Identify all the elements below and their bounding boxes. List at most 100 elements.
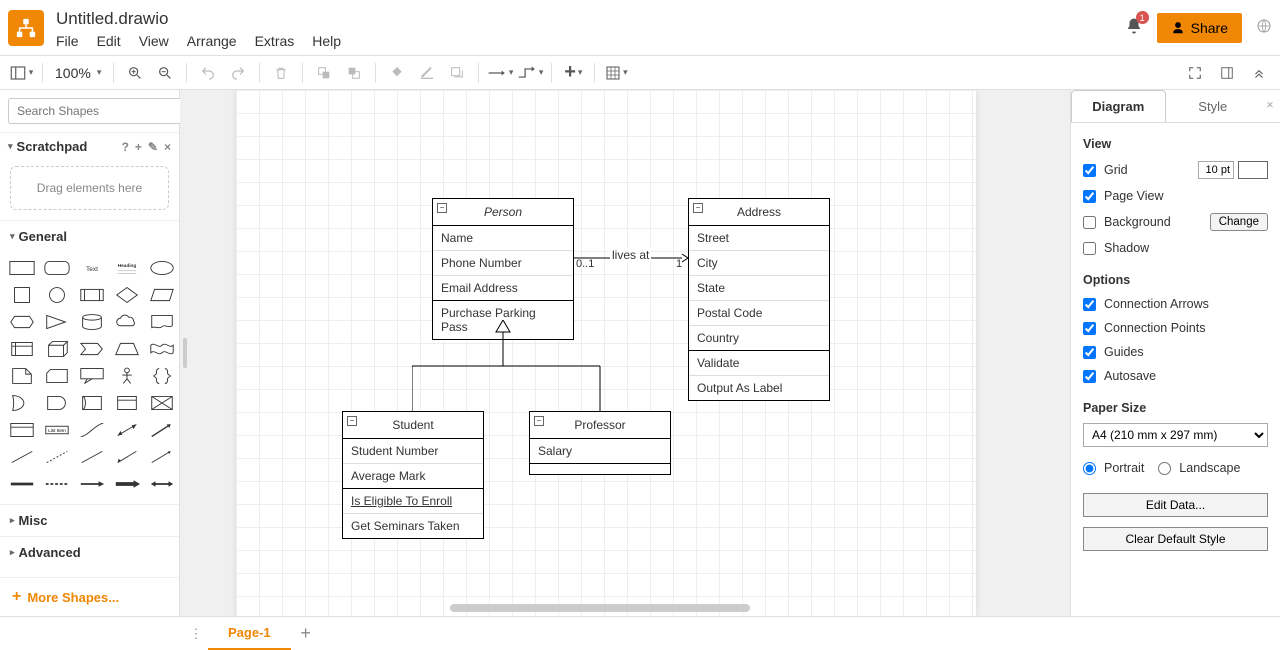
shape-trapezoid[interactable] (113, 339, 141, 359)
uml-class-address[interactable]: −Address Street City State Postal Code C… (688, 198, 830, 401)
shape-list[interactable] (8, 420, 36, 440)
shape-data-storage[interactable] (78, 393, 106, 413)
scratchpad-dropzone[interactable]: Drag elements here (10, 166, 169, 210)
shape-note[interactable] (8, 366, 36, 386)
scratchpad-help[interactable]: ? (122, 140, 129, 154)
undo-button[interactable] (195, 60, 221, 86)
shape-list-item[interactable]: List Item (43, 420, 71, 440)
to-front-button[interactable] (311, 60, 337, 86)
section-misc[interactable]: Misc (0, 504, 179, 536)
shape-heading[interactable]: Heading (113, 258, 141, 278)
scratchpad-add[interactable]: + (135, 140, 142, 154)
add-page-button[interactable]: + (291, 623, 321, 644)
line-color-button[interactable] (414, 60, 440, 86)
paper-size-select[interactable]: A4 (210 mm x 297 mm) (1083, 423, 1268, 447)
shadow-checkbox[interactable] (1083, 242, 1096, 255)
portrait-radio[interactable] (1083, 462, 1096, 475)
app-logo[interactable] (8, 10, 44, 46)
shape-actor[interactable] (113, 366, 141, 386)
scratchpad-close[interactable]: × (164, 140, 171, 154)
format-panel-toggle[interactable] (1214, 60, 1240, 86)
menu-edit[interactable]: Edit (97, 33, 121, 49)
shape-rect[interactable] (8, 258, 36, 278)
close-icon[interactable]: × (1260, 90, 1280, 122)
shape-circle[interactable] (43, 285, 71, 305)
horizontal-scrollbar[interactable] (450, 604, 750, 612)
shadow-button[interactable] (444, 60, 470, 86)
shape-link-thick[interactable] (113, 474, 141, 494)
shape-card[interactable] (43, 366, 71, 386)
shape-container[interactable] (113, 393, 141, 413)
search-input[interactable] (8, 98, 181, 124)
uml-class-student[interactable]: −Student Student Number Average Mark Is … (342, 411, 484, 539)
guides-checkbox[interactable] (1083, 346, 1096, 359)
background-checkbox[interactable] (1083, 216, 1096, 229)
shape-triangle[interactable] (43, 312, 71, 332)
conn-arrows-checkbox[interactable] (1083, 298, 1096, 311)
fill-color-button[interactable] (384, 60, 410, 86)
menu-file[interactable]: File (56, 33, 79, 49)
clear-style-button[interactable]: Clear Default Style (1083, 527, 1268, 551)
zoom-in-button[interactable] (122, 60, 148, 86)
section-advanced[interactable]: Advanced (0, 536, 179, 568)
menu-view[interactable]: View (139, 33, 169, 49)
language-icon[interactable] (1256, 18, 1272, 37)
autosave-checkbox[interactable] (1083, 370, 1096, 383)
conn-points-checkbox[interactable] (1083, 322, 1096, 335)
tab-style[interactable]: Style (1166, 90, 1261, 122)
collapse-button[interactable] (1246, 60, 1272, 86)
canvas[interactable]: −Person Name Phone Number Email Address … (180, 90, 1070, 616)
splitter[interactable] (180, 90, 190, 616)
shape-cube[interactable] (43, 339, 71, 359)
share-button[interactable]: Share (1157, 13, 1242, 43)
section-general[interactable]: General (0, 220, 179, 252)
shape-hexagon[interactable] (8, 312, 36, 332)
shape-line[interactable] (8, 447, 36, 467)
uml-class-professor[interactable]: −Professor Salary (529, 411, 671, 475)
landscape-radio[interactable] (1158, 462, 1171, 475)
redo-button[interactable] (225, 60, 251, 86)
shape-diamond[interactable] (113, 285, 141, 305)
notifications-button[interactable]: 1 (1125, 17, 1143, 38)
shape-link-arrow[interactable] (78, 474, 106, 494)
shape-parallelogram[interactable] (148, 285, 176, 305)
scratchpad-edit[interactable]: ✎ (148, 140, 158, 154)
shape-line-arrow[interactable] (148, 447, 176, 467)
tab-diagram[interactable]: Diagram (1071, 90, 1166, 122)
sidebar-toggle-button[interactable]: ▾ (8, 60, 34, 86)
edit-data-button[interactable]: Edit Data... (1083, 493, 1268, 517)
grid-color-well[interactable] (1238, 161, 1268, 179)
shape-link-bidir[interactable] (148, 474, 176, 494)
change-background-button[interactable]: Change (1210, 213, 1268, 231)
association-label[interactable]: lives at (610, 248, 651, 262)
shape-round-rect[interactable] (43, 258, 71, 278)
shape-line2[interactable] (78, 447, 106, 467)
zoom-out-button[interactable] (152, 60, 178, 86)
shape-square[interactable] (8, 285, 36, 305)
connection-style-button[interactable]: ▾ (487, 60, 513, 86)
shape-cylinder[interactable] (78, 312, 106, 332)
fullscreen-button[interactable] (1182, 60, 1208, 86)
shape-xor[interactable] (148, 393, 176, 413)
shape-process[interactable] (78, 285, 106, 305)
to-back-button[interactable] (341, 60, 367, 86)
shape-text[interactable]: Text (78, 258, 106, 278)
shape-link-dash[interactable] (43, 474, 71, 494)
delete-button[interactable] (268, 60, 294, 86)
zoom-level[interactable]: 100%▾ (51, 65, 105, 81)
table-button[interactable]: ▾ (603, 60, 629, 86)
shape-internal-storage[interactable] (8, 339, 36, 359)
shape-ellipse[interactable] (148, 258, 176, 278)
page-menu-button[interactable]: ⋮ (184, 626, 208, 642)
page-tab-1[interactable]: Page-1 (208, 617, 291, 650)
menu-arrange[interactable]: Arrange (187, 33, 237, 49)
uml-class-person[interactable]: −Person Name Phone Number Email Address … (432, 198, 574, 340)
shape-curly[interactable] (148, 366, 176, 386)
more-shapes-button[interactable]: +More Shapes... (0, 577, 179, 616)
pageview-checkbox[interactable] (1083, 190, 1096, 203)
menu-extras[interactable]: Extras (255, 33, 295, 49)
shape-step[interactable] (78, 339, 106, 359)
shape-arrow[interactable] (148, 420, 176, 440)
grid-size-input[interactable] (1198, 161, 1234, 179)
shape-line-bidir[interactable] (113, 447, 141, 467)
